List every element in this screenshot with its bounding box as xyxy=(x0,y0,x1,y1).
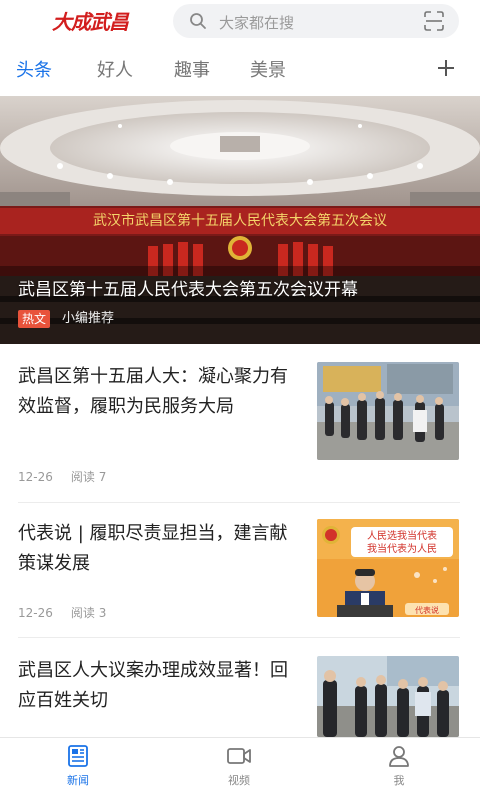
search-bar[interactable]: 大家都在搜 xyxy=(173,4,459,38)
thumb-slogan-2: 我当代表为人民 xyxy=(367,542,437,555)
thumb-tag: 代表说 xyxy=(415,605,439,615)
hero-image: 武汉市武昌区第十五届人民代表大会第五次会议 xyxy=(0,96,480,344)
user-icon xyxy=(389,746,409,767)
category-tabs: 头条 好人 趣事 美景 xyxy=(0,50,480,90)
hero-title[interactable]: 武昌区第十五届人民代表大会第五次会议开幕 xyxy=(18,275,358,300)
article-title[interactable]: 武昌区人大议案办理成效显著！回应百姓关切 xyxy=(18,656,298,716)
hero-banner-text: 武汉市武昌区第十五届人民代表大会第五次会议 xyxy=(93,212,387,229)
top-bar: 大成武昌 大家都在搜 xyxy=(0,0,480,44)
list-item[interactable]: 代表说 | 履职尽责显担当，建言献策谋发展 12-26 阅读 3 人民选我当代表 … xyxy=(0,517,480,627)
article-title[interactable]: 武昌区第十五届人大：凝心聚力有效监督，履职为民服务大局 xyxy=(18,362,298,422)
article-meta: 12-26 阅读 7 xyxy=(18,468,106,485)
article-thumbnail[interactable] xyxy=(317,656,459,737)
nav-me[interactable]: 我 xyxy=(369,744,429,788)
article-date: 12-26 xyxy=(18,470,53,484)
tab-qushi[interactable]: 趣事 xyxy=(174,56,210,82)
list-item[interactable]: 武昌区第十五届人大：凝心聚力有效监督，履职为民服务大局 12-26 阅读 7 xyxy=(0,360,480,500)
article-title[interactable]: 代表说 | 履职尽责显担当，建言献策谋发展 xyxy=(18,519,298,579)
nav-news[interactable]: 新闻 xyxy=(48,744,108,788)
news-icon xyxy=(68,745,88,767)
list-item[interactable]: 武昌区人大议案办理成效显著！回应百姓关切 xyxy=(0,654,480,737)
article-image xyxy=(317,656,459,737)
divider xyxy=(18,637,460,638)
hot-badge: 热文 xyxy=(18,310,51,328)
article-image xyxy=(317,362,459,460)
article-thumbnail[interactable]: 人民选我当代表 我当代表为人民 代表说 xyxy=(317,519,459,617)
tab-toutiao[interactable]: 头条 xyxy=(16,56,52,82)
article-reads: 阅读 3 xyxy=(70,606,107,620)
search-placeholder: 大家都在搜 xyxy=(219,14,295,32)
nav-me-label: 我 xyxy=(393,774,405,787)
nav-news-label: 新闻 xyxy=(67,774,89,787)
article-image: 人民选我当代表 我当代表为人民 代表说 xyxy=(317,519,459,617)
add-channel-icon[interactable] xyxy=(436,58,456,78)
hero-subtitle: 小编推荐 xyxy=(62,311,115,326)
divider xyxy=(18,502,460,503)
nav-video-label: 视频 xyxy=(228,774,250,787)
thumb-slogan-1: 人民选我当代表 xyxy=(367,529,437,542)
video-icon xyxy=(227,748,251,764)
tab-haoren[interactable]: 好人 xyxy=(97,56,133,82)
article-thumbnail[interactable] xyxy=(317,362,459,460)
article-reads: 阅读 7 xyxy=(70,470,107,484)
nav-video[interactable]: 视频 xyxy=(209,744,269,788)
article-meta: 12-26 阅读 3 xyxy=(18,604,106,621)
tab-meijing[interactable]: 美景 xyxy=(250,56,286,82)
bottom-nav: 新闻 视频 我 xyxy=(0,737,480,800)
app-logo[interactable]: 大成武昌 xyxy=(52,6,129,35)
hero-banner[interactable]: 武汉市武昌区第十五届人民代表大会第五次会议 xyxy=(0,96,480,344)
scan-icon[interactable] xyxy=(423,11,445,31)
article-date: 12-26 xyxy=(18,606,53,620)
search-icon xyxy=(190,13,206,29)
